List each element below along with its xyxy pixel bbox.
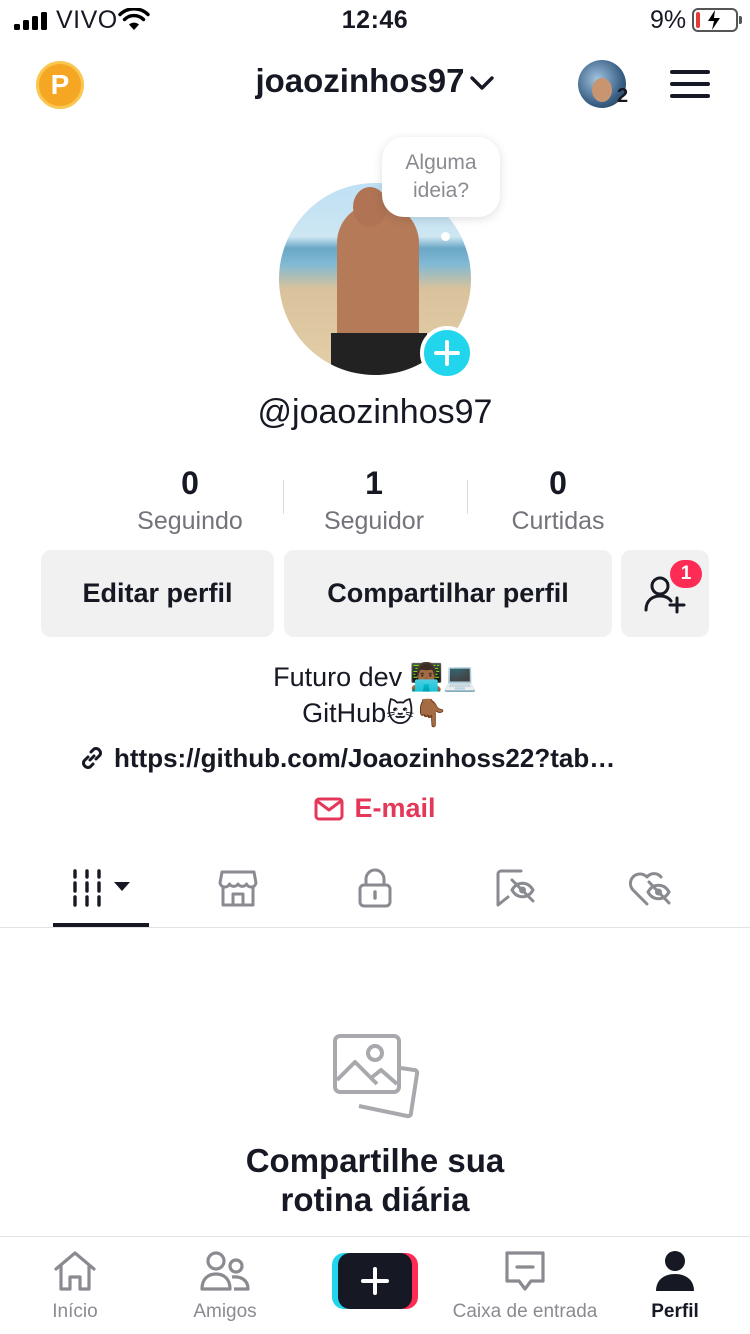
videos-grid-icon [73,869,130,907]
nav-inbox-label: Caixa de entrada [452,1301,598,1322]
bio-line-2: GitHub🐱👇🏾 [302,698,448,728]
hamburger-menu-icon[interactable] [670,68,710,100]
bottom-nav: Início Amigos Caixa de entrada Perfil [0,1236,750,1334]
followers-label: Seguidor [323,507,425,535]
nav-profile-label: Perfil [651,1301,699,1322]
following-count: 0 [181,465,199,501]
stat-followers[interactable]: 1 Seguidor [282,463,466,539]
story-count: 2 [617,85,629,107]
photos-icon [333,1034,420,1119]
liked-hidden-icon [628,872,671,906]
tab-private[interactable] [325,862,425,914]
shop-icon [218,870,258,907]
tab-reposts[interactable] [466,862,566,914]
nav-home[interactable]: Início [0,1237,150,1334]
tab-liked[interactable] [600,862,700,914]
idea-bubble[interactable]: Alguma ideia? [382,137,500,217]
plus-icon [361,1267,389,1295]
nav-friends[interactable]: Amigos [150,1237,300,1334]
empty-state-message: Compartilhe sua rotina diária [0,1141,750,1219]
bio-link[interactable]: https://github.com/Joaozinhoss22?tab… [78,740,615,776]
likes-count: 0 [549,465,567,501]
create-button[interactable] [332,1253,418,1309]
empty-state-line2: rotina diária [280,1181,470,1218]
profile-handle: @joaozinhos97 [257,393,493,431]
battery-icon [692,8,742,32]
friend-request-badge: 1 [670,560,702,588]
idea-bubble-line2: ideia? [412,179,470,202]
account-switcher[interactable]: joaozinhos97 [0,62,750,100]
email-button[interactable]: E-mail [0,793,750,824]
nav-friends-label: Amigos [193,1301,257,1322]
tab-videos[interactable] [51,862,151,914]
bio-link-text: https://github.com/Joaozinhoss22?tab… [114,742,616,773]
plus-icon [434,340,460,366]
empty-state-line1: Compartilhe sua [245,1142,505,1179]
divider [0,927,750,928]
chevron-down-icon [469,76,494,90]
stat-likes[interactable]: 0 Curtidas [466,463,650,539]
stat-following[interactable]: 0 Seguindo [98,463,282,539]
share-profile-button[interactable]: Compartilhar perfil [284,550,612,637]
link-icon [82,747,102,769]
friends-icon [200,1251,250,1291]
bubble-tail [441,232,450,241]
nav-profile[interactable]: Perfil [600,1237,750,1334]
home-icon [54,1251,96,1291]
lock-icon [358,868,392,908]
edit-profile-button[interactable]: Editar perfil [41,550,274,637]
nav-inbox[interactable]: Caixa de entrada [450,1237,600,1334]
tab-shop[interactable] [188,862,288,914]
reposts-hidden-icon [496,869,535,907]
email-label: E-mail [354,793,436,823]
account-username: joaozinhos97 [255,62,465,99]
followers-count: 1 [365,465,383,501]
mail-icon [314,797,344,820]
clock: 12:46 [341,6,409,34]
idea-bubble-line1: Alguma [405,151,477,174]
status-bar: VIVO 12:46 9% [0,0,750,40]
following-label: Seguindo [137,507,243,535]
likes-label: Curtidas [511,507,605,535]
profile-icon [656,1251,694,1291]
battery-percent: 9% [650,6,687,34]
bio-line-1: Futuro dev 👨🏾‍💻💻 [273,662,477,692]
add-photo-button[interactable] [420,326,474,380]
nav-home-label: Início [52,1301,98,1322]
inbox-icon [505,1251,545,1291]
